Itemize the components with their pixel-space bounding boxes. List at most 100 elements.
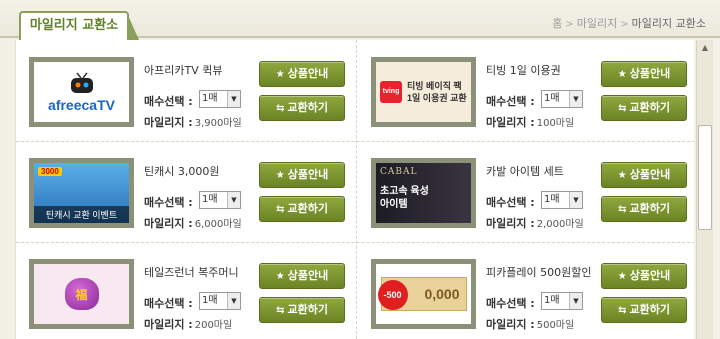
exchange-arrows-icon: ⇆: [276, 204, 285, 215]
product-name: 테일즈런너 복주머니: [144, 266, 239, 279]
page-header: 마일리지 교환소 홈 > 마일리지 > 마일리지 교환소: [0, 0, 720, 40]
product-thumbnail[interactable]: tving 티빙 베이직 팩 1일 이용권 교환: [371, 57, 476, 127]
qty-value: 1매: [544, 93, 560, 104]
product-name: 티빙 1일 이용권: [486, 64, 561, 77]
button-label: 교환하기: [629, 303, 670, 316]
button-label: 상품안내: [629, 168, 671, 181]
breadcrumb-mileage[interactable]: 마일리지: [577, 17, 617, 30]
qty-select[interactable]: 1매 ▼: [541, 292, 583, 310]
qty-label: 매수선택 :: [144, 196, 193, 209]
product-item: tving 티빙 베이직 팩 1일 이용권 교환 티빙 1일 이용권 매수선택 …: [358, 42, 688, 138]
chevron-down-icon[interactable]: ▼: [227, 192, 240, 208]
exchange-arrows-icon: ⇆: [618, 305, 627, 316]
mileage-value: 500마일: [536, 320, 575, 331]
exchange-button[interactable]: ⇆ 교환하기: [601, 95, 687, 121]
qty-label: 매수선택 :: [144, 297, 193, 310]
star-icon: ★: [617, 69, 627, 80]
thumb-text: 0,000: [424, 286, 460, 302]
product-grid: afreecaTV 아프리카TV 퀵뷰 매수선택 : 1매 ▼ 마일리지 :3,9…: [15, 40, 694, 339]
chevron-down-icon[interactable]: ▼: [227, 293, 240, 309]
product-info-button[interactable]: ★ 상품안내: [259, 162, 345, 188]
breadcrumb: 홈 > 마일리지 > 마일리지 교환소: [552, 15, 706, 31]
button-label: 상품안내: [629, 67, 671, 80]
chevron-down-icon[interactable]: ▼: [227, 91, 240, 107]
product-thumbnail[interactable]: 0,000 -500: [371, 259, 476, 329]
product-info-button[interactable]: ★ 상품안내: [259, 263, 345, 289]
qty-value: 1매: [202, 93, 218, 104]
discount-badge: -500: [377, 280, 408, 310]
product-info-button[interactable]: ★ 상품안내: [259, 61, 345, 87]
mileage-row: 마일리지 :2,000마일: [486, 215, 584, 231]
qty-label: 매수선택 :: [486, 196, 535, 209]
exchange-button[interactable]: ⇆ 교환하기: [259, 196, 345, 222]
product-thumbnail[interactable]: CABAL 초고속 육성 아이템: [371, 158, 476, 228]
star-icon: ★: [275, 170, 285, 181]
mileage-value: 2,000마일: [536, 219, 584, 230]
cabal-logo: CABAL: [380, 167, 418, 177]
mileage-label: 마일리지 :: [144, 217, 193, 230]
button-label: 교환하기: [287, 202, 328, 215]
exchange-arrows-icon: ⇆: [618, 204, 627, 215]
product-item: 福 테일즈런너 복주머니 매수선택 : 1매 ▼ 마일리지 :200마일 ★ 상품안…: [16, 244, 346, 339]
thumb-text: 티빙 베이직 팩 1일 이용권 교환: [407, 81, 467, 103]
exchange-button[interactable]: ⇆ 교환하기: [601, 196, 687, 222]
scrollbar-thumb[interactable]: [698, 125, 712, 230]
mileage-row: 마일리지 :500마일: [486, 316, 574, 332]
qty-value: 1매: [544, 295, 560, 306]
product-name: 아프리카TV 퀵뷰: [144, 64, 223, 77]
button-label: 교환하기: [287, 303, 328, 316]
qty-select[interactable]: 1매 ▼: [541, 90, 583, 108]
qty-select[interactable]: 1매 ▼: [199, 292, 241, 310]
qty-select[interactable]: 1매 ▼: [199, 191, 241, 209]
thumb-text: 초고속 육성 아이템: [380, 186, 429, 210]
exchange-button[interactable]: ⇆ 교환하기: [259, 95, 345, 121]
qty-value: 1매: [544, 194, 560, 205]
star-icon: ★: [275, 69, 285, 80]
star-icon: ★: [275, 271, 285, 282]
thumb-text: 틴캐시 교환 이벤트: [34, 206, 129, 223]
tv-icon: [70, 72, 93, 93]
product-info-button[interactable]: ★ 상품안내: [601, 61, 687, 87]
product-thumbnail[interactable]: 福: [29, 259, 134, 329]
button-label: 교환하기: [629, 202, 670, 215]
mileage-row: 마일리지 :6,000마일: [144, 215, 242, 231]
chevron-down-icon[interactable]: ▼: [569, 91, 582, 107]
mileage-row: 마일리지 :3,900마일: [144, 114, 242, 130]
scroll-up-arrow-icon[interactable]: ▲: [697, 40, 713, 56]
mileage-value: 100마일: [536, 118, 575, 129]
chevron-down-icon[interactable]: ▼: [569, 192, 582, 208]
product-thumbnail[interactable]: 3000 틴캐시 교환 이벤트: [29, 158, 134, 228]
mileage-label: 마일리지 :: [144, 318, 193, 331]
qty-value: 1매: [202, 194, 218, 205]
breadcrumb-home[interactable]: 홈: [552, 17, 562, 30]
qty-label: 매수선택 :: [486, 297, 535, 310]
product-info-button[interactable]: ★ 상품안내: [601, 162, 687, 188]
exchange-button[interactable]: ⇆ 교환하기: [259, 297, 345, 323]
product-item: CABAL 초고속 육성 아이템 카발 아이템 세트 매수선택 : 1매 ▼ 마일…: [358, 143, 688, 239]
product-thumbnail[interactable]: afreecaTV: [29, 57, 134, 127]
chevron-down-icon[interactable]: ▼: [569, 293, 582, 309]
exchange-arrows-icon: ⇆: [618, 103, 627, 114]
qty-select[interactable]: 1매 ▼: [199, 90, 241, 108]
exchange-button[interactable]: ⇆ 교환하기: [601, 297, 687, 323]
product-name: 카발 아이템 세트: [486, 165, 564, 178]
qty-select[interactable]: 1매 ▼: [541, 191, 583, 209]
product-name: 틴캐시 3,000원: [144, 165, 220, 178]
vertical-scrollbar[interactable]: ▲: [696, 40, 713, 339]
cash-badge: 3000: [38, 167, 62, 176]
mileage-value: 6,000마일: [194, 219, 242, 230]
mileage-row: 마일리지 :100마일: [486, 114, 574, 130]
thumb-text: 福: [75, 287, 88, 302]
lucky-pouch-icon: 福: [64, 278, 99, 310]
mileage-label: 마일리지 :: [486, 318, 535, 331]
qty-label: 매수선택 :: [144, 95, 193, 108]
coupon-graphic: 0,000 -500: [377, 277, 467, 311]
column-divider: [356, 40, 357, 339]
button-label: 교환하기: [629, 101, 670, 114]
exchange-arrows-icon: ⇆: [276, 103, 285, 114]
row-divider: [16, 141, 694, 142]
exchange-arrows-icon: ⇆: [276, 305, 285, 316]
button-label: 교환하기: [287, 101, 328, 114]
product-info-button[interactable]: ★ 상품안내: [601, 263, 687, 289]
breadcrumb-separator: >: [565, 19, 574, 30]
